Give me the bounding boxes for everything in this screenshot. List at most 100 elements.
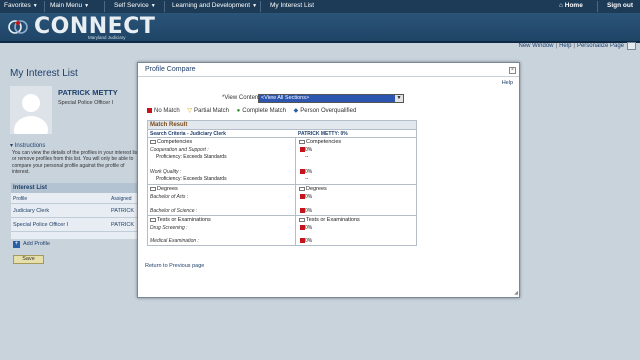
top-navigation-bar: Favorites ▼ Main Menu ▼ Self Service ▼ Lear… xyxy=(0,0,640,13)
folder-icon xyxy=(299,186,305,191)
return-to-previous-link[interactable]: Return to Previous page xyxy=(145,263,204,269)
learning-label: Learning and Development xyxy=(172,2,251,9)
nav-divider xyxy=(104,1,105,12)
match-value: 0% xyxy=(300,194,312,200)
folder-icon xyxy=(299,217,305,222)
link-separator: | xyxy=(573,43,575,49)
breadcrumb-my-interest-list[interactable]: My Interest List xyxy=(270,2,314,9)
match-percent: 0% xyxy=(305,225,313,231)
section-title: Competencies xyxy=(157,139,193,145)
legend-label: No Match xyxy=(154,108,180,114)
competency-item: Work Quality : xyxy=(150,169,182,175)
modal-title-bar[interactable]: Profile Compare × xyxy=(138,63,519,77)
legend-overqualified: ◆ Person Overqualified xyxy=(294,107,357,114)
resize-handle-icon[interactable]: ◢ xyxy=(514,290,518,296)
match-value: 0% xyxy=(300,147,312,153)
logo-subtitle: Maryland Judiciary xyxy=(88,35,126,40)
page-title: My Interest List xyxy=(10,68,78,79)
dash-value: -- xyxy=(305,154,309,160)
interest-list-column-headers: Profile Assigned xyxy=(11,193,139,204)
match-result-table: Match Result Search Criteria - Judiciary… xyxy=(147,120,417,246)
section-title: Degrees xyxy=(157,186,178,192)
degree-item: Bachelor of Arts : xyxy=(150,194,189,200)
competency-item: Cooperation and Support : xyxy=(150,147,209,153)
match-percent: 0% xyxy=(305,147,313,153)
match-value: 0% xyxy=(300,169,312,175)
instructions-text: You can view the details of the profiles… xyxy=(12,150,139,175)
competencies-section: Competencies Cooperation and Support : P… xyxy=(148,138,416,185)
legend-partial-match: ▽ Partial Match xyxy=(187,107,229,114)
instructions-toggle[interactable]: ▾ Instructions xyxy=(10,142,45,149)
search-criteria-label: Search Criteria - Judiciary Clerk xyxy=(150,131,226,137)
legend-label: Person Overqualified xyxy=(300,108,357,114)
favorites-label: Favorites xyxy=(4,2,31,9)
save-button[interactable]: Save xyxy=(13,255,44,264)
close-icon[interactable]: × xyxy=(509,67,516,74)
diamond-icon: ◆ xyxy=(293,108,299,114)
home-link[interactable]: ⌂ Home xyxy=(559,2,583,9)
sign-out-link[interactable]: Sign out xyxy=(607,2,633,9)
window-icon[interactable] xyxy=(627,42,636,50)
competencies-title-left: Competencies xyxy=(150,139,192,145)
add-profile-link[interactable]: + Add Profile xyxy=(13,241,50,248)
match-percent: 0% xyxy=(305,194,313,200)
red-square-icon xyxy=(147,107,152,113)
connect-logo-icon xyxy=(8,20,28,34)
modal-help-link[interactable]: Help xyxy=(502,80,513,86)
link-separator: | xyxy=(555,43,558,49)
section-title: Tests or Examinations xyxy=(306,217,360,223)
column-header-profile: Profile xyxy=(13,196,28,202)
favorites-menu[interactable]: Favorites ▼ xyxy=(4,2,38,9)
banner: CONNECT Maryland Judiciary xyxy=(0,13,640,41)
folder-icon xyxy=(150,186,156,191)
help-link[interactable]: Help xyxy=(559,43,571,49)
assigned-cell: PATRICK xyxy=(111,208,135,214)
match-value: 0% xyxy=(300,225,312,231)
chevron-down-icon[interactable]: ▼ xyxy=(395,95,403,102)
main-menu-label: Main Menu xyxy=(50,2,83,9)
legend-label: Complete Match xyxy=(242,108,286,114)
personalize-page-link[interactable]: Personalize Page xyxy=(577,43,624,49)
view-content-section-select[interactable]: <View All Sections> ▼ xyxy=(258,94,404,103)
match-percent: 0% xyxy=(305,238,313,244)
match-result-header: Match Result xyxy=(148,121,416,130)
test-item: Drug Screening : xyxy=(150,225,188,231)
profile-compare-modal: Profile Compare × Help *View Content Sec… xyxy=(137,62,520,298)
profile-link[interactable]: Special Police Officer I xyxy=(13,222,68,228)
chevron-down-icon: ▼ xyxy=(150,3,156,9)
competency-proficiency: Proficiency: Exceeds Standards xyxy=(156,176,227,182)
criteria-row: Search Criteria - Judiciary Clerk PATRIC… xyxy=(148,130,416,138)
profile-name: PATRICK METTY xyxy=(58,88,118,97)
nav-divider xyxy=(44,1,45,12)
avatar xyxy=(10,86,52,134)
new-window-link[interactable]: New Window xyxy=(518,43,553,49)
competencies-title-right: Competencies xyxy=(299,139,341,145)
main-menu[interactable]: Main Menu ▼ xyxy=(50,2,89,9)
profile-link[interactable]: Judiciary Clerk xyxy=(13,208,49,214)
profile-role: Special Police Officer I xyxy=(58,100,114,106)
degrees-title-left: Degrees xyxy=(150,186,178,192)
degrees-title-right: Degrees xyxy=(299,186,327,192)
nav-divider xyxy=(260,1,261,12)
dash-value: -- xyxy=(305,176,309,182)
section-title: Degrees xyxy=(306,186,327,192)
modal-title: Profile Compare xyxy=(145,66,196,73)
nav-divider xyxy=(164,1,165,12)
interest-list-grid: Interest List Profile Assigned Judiciary… xyxy=(11,183,139,239)
folder-icon xyxy=(150,139,156,144)
competency-proficiency: Proficiency: Exceeds Standards xyxy=(156,154,227,160)
add-profile-label: Add Profile xyxy=(23,241,50,247)
match-legend: No Match ▽ Partial Match ● Complete Match … xyxy=(147,107,362,114)
match-percent: 0% xyxy=(305,208,313,214)
assigned-cell: PATRICK xyxy=(111,222,135,228)
utility-links: New Window | Help | Personalize Page xyxy=(518,43,624,49)
degrees-section: Degrees Bachelor of Arts : Bachelor of S… xyxy=(148,185,416,216)
instructions-title: Instructions xyxy=(14,143,46,149)
self-service-label: Self Service xyxy=(114,2,149,9)
self-service-menu[interactable]: Self Service ▼ xyxy=(114,2,156,9)
match-value: 0% xyxy=(300,208,312,214)
person-match-percent: PATRICK METTY: 0% xyxy=(298,131,348,137)
learning-menu[interactable]: Learning and Development ▼ xyxy=(172,2,257,9)
legend-no-match: No Match xyxy=(147,107,180,114)
table-row: Special Police Officer I PATRICK xyxy=(11,218,139,232)
